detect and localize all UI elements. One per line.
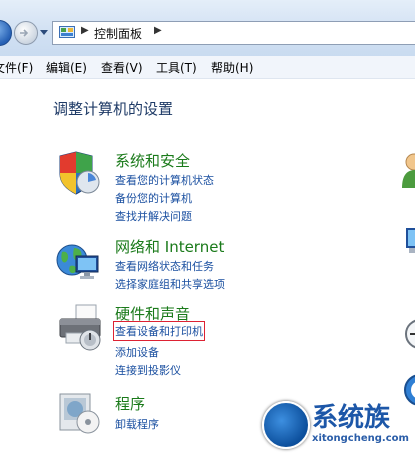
breadcrumb-expand-icon[interactable]: ▶ — [154, 25, 162, 36]
menu-bar: 文件(F) 编辑(E) 查看(V) 工具(T) 帮助(H) — [0, 56, 415, 79]
link-backup-computer[interactable]: 备份您的计算机 — [115, 190, 192, 206]
link-homegroup-sharing[interactable]: 选择家庭组和共享选项 — [115, 276, 225, 292]
menu-file[interactable]: 文件(F) — [0, 59, 33, 76]
menu-view[interactable]: 查看(V) — [101, 59, 143, 76]
network-globe-icon[interactable] — [54, 238, 102, 286]
breadcrumb-control-panel[interactable]: 控制面板 — [94, 25, 142, 42]
shield-icon[interactable] — [54, 150, 102, 198]
link-troubleshoot[interactable]: 查找并解决问题 — [115, 208, 192, 224]
category-system-security-title[interactable]: 系统和安全 — [115, 150, 190, 171]
back-button[interactable] — [0, 20, 12, 46]
watermark-text: 系统族 — [312, 403, 391, 433]
link-view-computer-status[interactable]: 查看您的计算机状态 — [115, 172, 214, 188]
forward-arrow-icon — [20, 29, 29, 37]
control-panel-icon — [59, 26, 75, 38]
category-hardware-sound-title[interactable]: 硬件和声音 — [115, 303, 190, 324]
clock-language-region-icon[interactable] — [404, 312, 415, 352]
link-uninstall-program[interactable]: 卸载程序 — [115, 416, 159, 432]
watermark-logo-icon — [262, 401, 310, 449]
page-title: 调整计算机的设置 — [53, 100, 174, 118]
user-accounts-icon[interactable] — [402, 152, 415, 188]
printer-icon[interactable] — [54, 303, 104, 353]
breadcrumb-separator-icon[interactable]: ▶ — [81, 25, 89, 36]
watermark-url: xitongcheng.com — [312, 433, 409, 444]
category-programs-title[interactable]: 程序 — [115, 393, 145, 414]
menu-edit[interactable]: 编辑(E) — [46, 59, 87, 76]
link-add-device[interactable]: 添加设备 — [115, 344, 159, 360]
watermark: 系统族 xitongcheng.com — [262, 395, 415, 457]
navigation-bar: ▶ 控制面板 ▶ — [0, 0, 415, 56]
menu-help[interactable]: 帮助(H) — [211, 59, 253, 76]
link-devices-printers[interactable]: 查看设备和打印机 — [113, 321, 205, 341]
link-view-network-status[interactable]: 查看网络状态和任务 — [115, 258, 214, 274]
recent-pages-dropdown[interactable] — [40, 30, 48, 35]
category-network-internet-title[interactable]: 网络和 Internet — [115, 236, 224, 257]
menu-tools[interactable]: 工具(T) — [156, 59, 197, 76]
appearance-icon[interactable] — [404, 226, 415, 256]
address-bar[interactable]: ▶ 控制面板 ▶ — [52, 21, 415, 45]
programs-icon[interactable] — [56, 390, 102, 436]
link-connect-projector[interactable]: 连接到投影仪 — [115, 362, 181, 378]
